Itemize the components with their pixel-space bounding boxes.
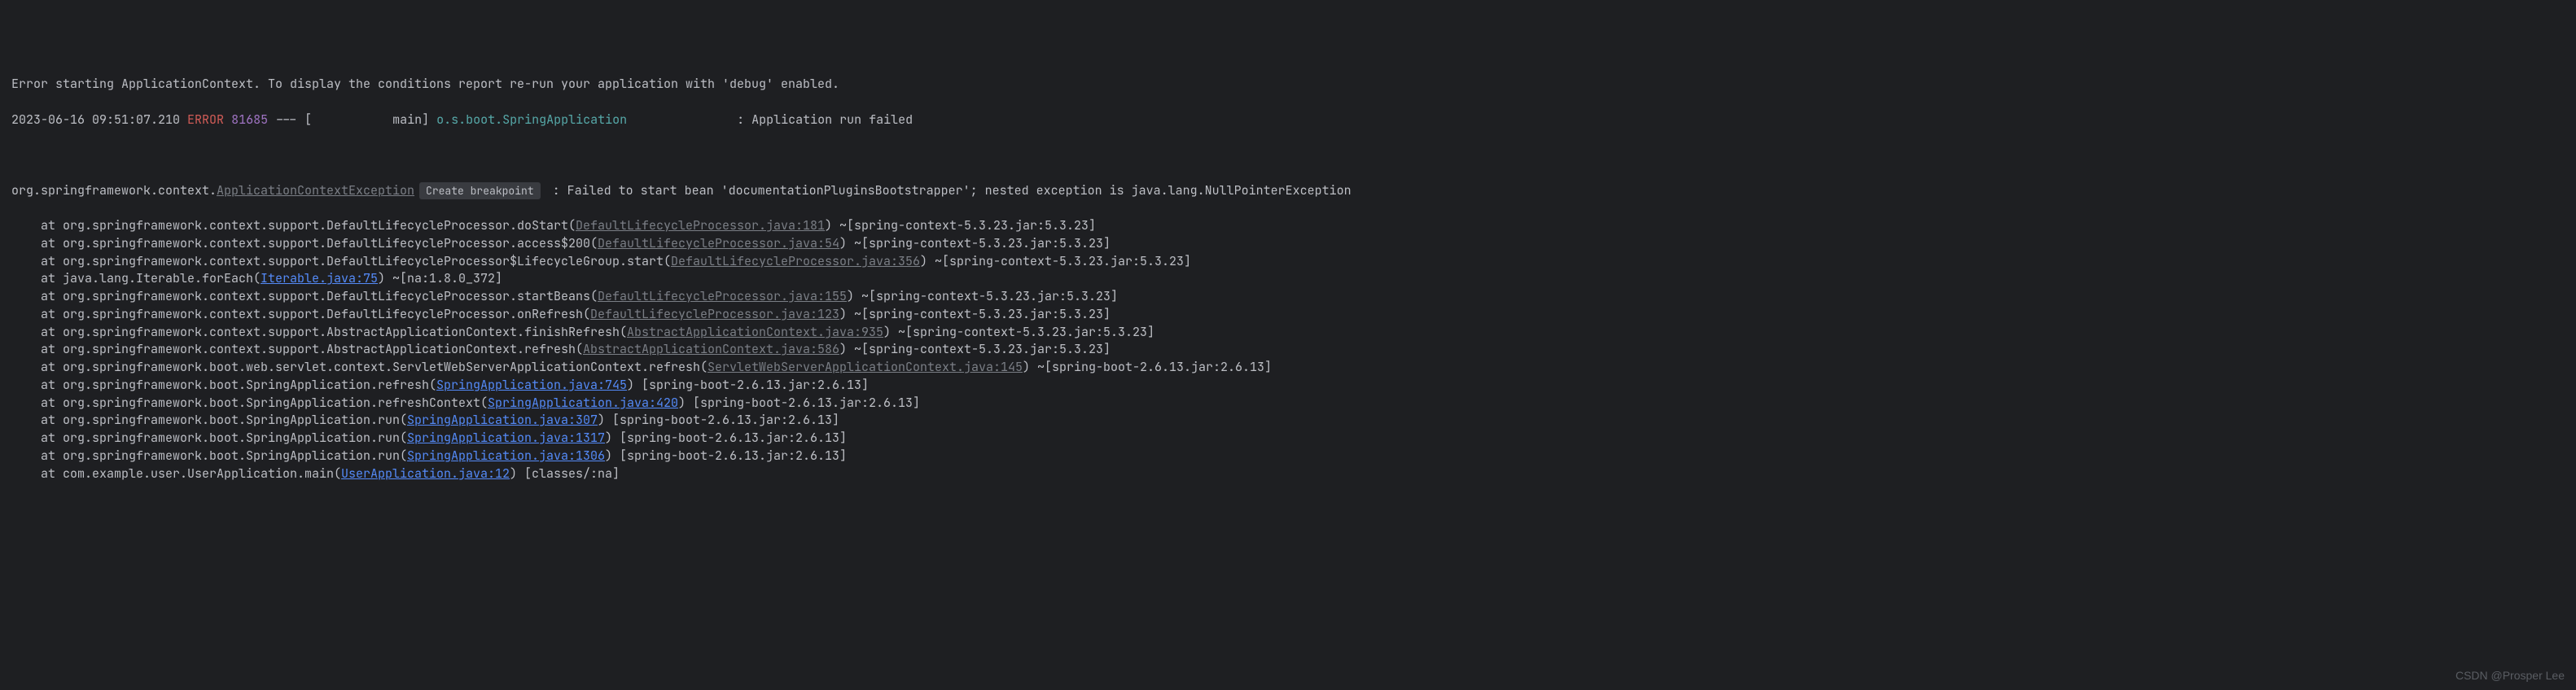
stack-frame-jar-info: ) [spring-boot-2.6.13.jar:2.6.13] bbox=[605, 430, 847, 446]
stack-frame: at org.springframework.context.support.D… bbox=[11, 288, 2565, 306]
msg-separator: : bbox=[627, 111, 751, 128]
stack-frame-jar-info: ) [spring-boot-2.6.13.jar:2.6.13] bbox=[605, 448, 847, 464]
stack-frame-jar-info: ) ~[spring-context-5.3.23.jar:5.3.23] bbox=[839, 235, 1111, 251]
stack-frame-source-link[interactable]: DefaultLifecycleProcessor.java:155 bbox=[598, 288, 847, 304]
stack-frame-source-link[interactable]: DefaultLifecycleProcessor.java:181 bbox=[576, 217, 825, 234]
thread-separator: --- [ main] bbox=[268, 111, 436, 128]
stack-frame: at org.springframework.context.support.D… bbox=[11, 217, 2565, 235]
stack-frame: at org.springframework.context.support.A… bbox=[11, 341, 2565, 359]
exception-package: org.springframework.context. bbox=[11, 182, 217, 199]
stack-frame-method: at org.springframework.context.support.A… bbox=[11, 324, 627, 340]
create-breakpoint-button[interactable]: Create breakpoint bbox=[419, 182, 541, 199]
logger-name: o.s.boot.SpringApplication bbox=[436, 111, 627, 128]
stack-frame-jar-info: ) [spring-boot-2.6.13.jar:2.6.13] bbox=[627, 377, 869, 393]
exception-message: : Failed to start bean 'documentationPlu… bbox=[545, 182, 1352, 199]
stack-frame-method: at org.springframework.context.support.A… bbox=[11, 341, 583, 357]
stack-frame-source-link[interactable]: ServletWebServerApplicationContext.java:… bbox=[708, 359, 1023, 375]
log-level-error: ERROR bbox=[187, 111, 224, 128]
stack-frame-jar-info: ) ~[na:1.8.0_372] bbox=[378, 270, 502, 286]
log-message: Application run failed bbox=[751, 111, 913, 128]
stack-frame-jar-info: ) ~[spring-boot-2.6.13.jar:2.6.13] bbox=[1023, 359, 1272, 375]
stack-frame-source-link[interactable]: SpringApplication.java:1317 bbox=[407, 430, 605, 446]
stack-frame-jar-info: ) ~[spring-context-5.3.23.jar:5.3.23] bbox=[839, 341, 1111, 357]
stack-frame: at org.springframework.boot.SpringApplic… bbox=[11, 448, 2565, 465]
exception-line: org.springframework.context.ApplicationC… bbox=[11, 182, 2565, 200]
stack-frame-method: at org.springframework.boot.web.servlet.… bbox=[11, 359, 708, 375]
stack-frame-jar-info: ) [spring-boot-2.6.13.jar:2.6.13] bbox=[678, 395, 920, 411]
stack-frame-source-link[interactable]: SpringApplication.java:420 bbox=[488, 395, 678, 411]
stack-frame: at org.springframework.boot.SpringApplic… bbox=[11, 377, 2565, 395]
stack-frame-source-link[interactable]: AbstractApplicationContext.java:586 bbox=[583, 341, 839, 357]
stack-frame-source-link[interactable]: Iterable.java:75 bbox=[261, 270, 378, 286]
stack-frame: at org.springframework.context.support.A… bbox=[11, 324, 2565, 342]
stack-frame-source-link[interactable]: SpringApplication.java:745 bbox=[436, 377, 627, 393]
stack-frame-method: at java.lang.Iterable.forEach( bbox=[11, 270, 261, 286]
blank-line bbox=[11, 146, 2565, 164]
stack-frame: at org.springframework.boot.SpringApplic… bbox=[11, 395, 2565, 413]
stack-frame-method: at org.springframework.boot.SpringApplic… bbox=[11, 412, 407, 428]
stack-frame: at java.lang.Iterable.forEach(Iterable.j… bbox=[11, 270, 2565, 288]
stack-frame-method: at org.springframework.context.support.D… bbox=[11, 217, 576, 234]
stack-frame-method: at org.springframework.boot.SpringApplic… bbox=[11, 448, 407, 464]
stack-frame-jar-info: ) ~[spring-context-5.3.23.jar:5.3.23] bbox=[847, 288, 1118, 304]
stack-frame-source-link[interactable]: UserApplication.java:12 bbox=[341, 465, 510, 482]
stack-frame-source-link[interactable]: SpringApplication.java:1306 bbox=[407, 448, 605, 464]
stack-frame-method: at org.springframework.context.support.D… bbox=[11, 288, 598, 304]
stack-frame: at org.springframework.boot.web.servlet.… bbox=[11, 359, 2565, 377]
stack-frame-source-link[interactable]: DefaultLifecycleProcessor.java:356 bbox=[671, 253, 920, 269]
stack-frame-method: at org.springframework.boot.SpringApplic… bbox=[11, 377, 436, 393]
stack-frame: at org.springframework.boot.SpringApplic… bbox=[11, 430, 2565, 448]
stack-frame-jar-info: ) [classes/:na] bbox=[510, 465, 620, 482]
timestamp: 2023-06-16 09:51:07.210 bbox=[11, 111, 180, 128]
stack-frame-source-link[interactable]: DefaultLifecycleProcessor.java:54 bbox=[598, 235, 839, 251]
stack-frame-method: at org.springframework.context.support.D… bbox=[11, 306, 590, 322]
log-line-app-failed: 2023-06-16 09:51:07.210 ERROR 81685 --- … bbox=[11, 111, 2565, 129]
stack-frame-method: at org.springframework.context.support.D… bbox=[11, 235, 598, 251]
watermark: CSDN @Prosper Lee bbox=[2456, 667, 2565, 683]
stack-frame-source-link[interactable]: AbstractApplicationContext.java:935 bbox=[627, 324, 883, 340]
stack-frame: at org.springframework.context.support.D… bbox=[11, 253, 2565, 271]
stack-frame-method: at org.springframework.boot.SpringApplic… bbox=[11, 430, 407, 446]
stack-frame-method: at org.springframework.boot.SpringApplic… bbox=[11, 395, 488, 411]
stack-frame: at org.springframework.context.support.D… bbox=[11, 235, 2565, 253]
stack-frame-jar-info: ) ~[spring-context-5.3.23.jar:5.3.23] bbox=[883, 324, 1154, 340]
pid: 81685 bbox=[231, 111, 268, 128]
stack-frame-jar-info: ) [spring-boot-2.6.13.jar:2.6.13] bbox=[598, 412, 839, 428]
log-line-error-header: Error starting ApplicationContext. To di… bbox=[11, 76, 2565, 94]
stack-frame-source-link[interactable]: DefaultLifecycleProcessor.java:123 bbox=[590, 306, 839, 322]
stack-frame-method: at org.springframework.context.support.D… bbox=[11, 253, 671, 269]
stack-frame-source-link[interactable]: SpringApplication.java:307 bbox=[407, 412, 598, 428]
stack-frame-jar-info: ) ~[spring-context-5.3.23.jar:5.3.23] bbox=[839, 306, 1111, 322]
stack-frame: at com.example.user.UserApplication.main… bbox=[11, 465, 2565, 483]
stack-frame-jar-info: ) ~[spring-context-5.3.23.jar:5.3.23] bbox=[920, 253, 1191, 269]
stack-frame-method: at com.example.user.UserApplication.main… bbox=[11, 465, 341, 482]
exception-class-link[interactable]: ApplicationContextException bbox=[217, 182, 414, 199]
stack-frame: at org.springframework.context.support.D… bbox=[11, 306, 2565, 324]
stack-frame-jar-info: ) ~[spring-context-5.3.23.jar:5.3.23] bbox=[825, 217, 1096, 234]
stack-frame: at org.springframework.boot.SpringApplic… bbox=[11, 412, 2565, 430]
